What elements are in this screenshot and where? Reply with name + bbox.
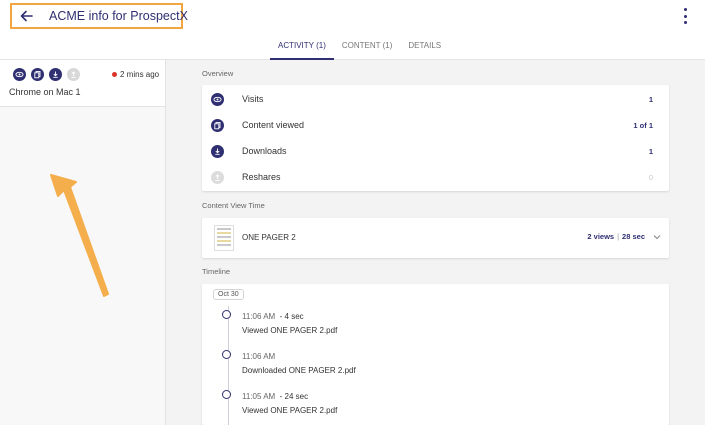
timeline-date-chip: Oct 30 (213, 289, 244, 300)
overview-value: 0 (648, 172, 653, 182)
tab-bar: ACTIVITY (1) CONTENT (1) DETAILS (270, 36, 449, 60)
eye-icon (13, 68, 26, 81)
overview-row-reshares: Reshares 0 (202, 164, 669, 190)
chevron-down-icon[interactable] (653, 234, 661, 240)
timeline-heading: Timeline (202, 267, 231, 276)
timeline-time: 11:06 AM - 4 sec (242, 312, 304, 321)
top-bar: ACME info for ProspectX ACTIVITY (1) CON… (0, 0, 705, 60)
overview-row-content-viewed: Content viewed 1 of 1 (202, 112, 669, 138)
session-item[interactable]: 2 mins ago Chrome on Mac 1 (0, 60, 165, 107)
annotation-arrow (50, 174, 109, 297)
tab-content[interactable]: CONTENT (1) (334, 36, 401, 60)
content-name: ONE PAGER 2 (242, 233, 296, 242)
overview-label: Downloads (242, 146, 287, 156)
overview-label: Content viewed (242, 120, 305, 130)
overview-label: Reshares (242, 172, 281, 182)
page-title-box: ACME info for ProspectX (10, 3, 188, 29)
timeline-description: Downloaded ONE PAGER 2.pdf (242, 366, 356, 375)
page-title: ACME info for ProspectX (49, 9, 188, 23)
overview-value: 1 of 1 (633, 120, 653, 130)
timeline-line (228, 306, 229, 425)
session-list: 2 mins ago Chrome on Mac 1 (0, 60, 166, 425)
content-view-time-heading: Content View Time (202, 201, 265, 210)
overview-heading: Overview (202, 69, 234, 78)
timeline-dot-icon (222, 390, 231, 399)
tab-activity[interactable]: ACTIVITY (1) (270, 36, 334, 60)
copy-icon (211, 118, 224, 132)
tab-details[interactable]: DETAILS (400, 36, 449, 60)
overview-value: 1 (648, 94, 653, 104)
view-count: 2 views (587, 232, 615, 241)
session-time: 2 mins ago (112, 70, 159, 79)
overview-row-visits: Visits 1 (202, 86, 669, 112)
copy-icon (31, 68, 44, 81)
live-indicator (112, 72, 117, 77)
session-activity-icons (13, 68, 80, 81)
stats-separator: | (617, 232, 620, 241)
back-button[interactable] (20, 8, 33, 24)
share-icon (67, 68, 80, 81)
overview-value: 1 (648, 146, 653, 156)
download-icon (211, 144, 224, 158)
content-view-time-card[interactable]: ONE PAGER 2 2 views | 28 sec (202, 218, 669, 258)
timeline-time: 11:06 AM (242, 352, 276, 361)
overview-row-downloads: Downloads 1 (202, 138, 669, 164)
overview-label: Visits (242, 94, 264, 104)
timeline-time: 11:05 AM - 24 sec (242, 392, 309, 401)
more-options-icon[interactable] (680, 8, 690, 24)
content-view-stats: 2 views | 28 sec (587, 232, 661, 241)
document-thumbnail (214, 225, 234, 251)
timeline-card: Oct 30 11:06 AM - 4 sec Viewed ONE PAGER… (202, 284, 669, 425)
download-icon (49, 68, 62, 81)
session-label: Chrome on Mac 1 (9, 87, 81, 97)
view-duration: 28 sec (622, 232, 645, 241)
share-icon (211, 170, 224, 184)
timeline-description: Viewed ONE PAGER 2.pdf (242, 406, 338, 415)
eye-icon (211, 92, 224, 106)
session-time-text: 2 mins ago (120, 70, 160, 79)
timeline-dot-icon (222, 350, 231, 359)
timeline-description: Viewed ONE PAGER 2.pdf (242, 326, 338, 335)
timeline-dot-icon (222, 310, 231, 319)
arrow-left-icon (20, 10, 33, 22)
overview-card: Visits 1 Content viewed 1 of 1 Downloads… (202, 85, 669, 191)
